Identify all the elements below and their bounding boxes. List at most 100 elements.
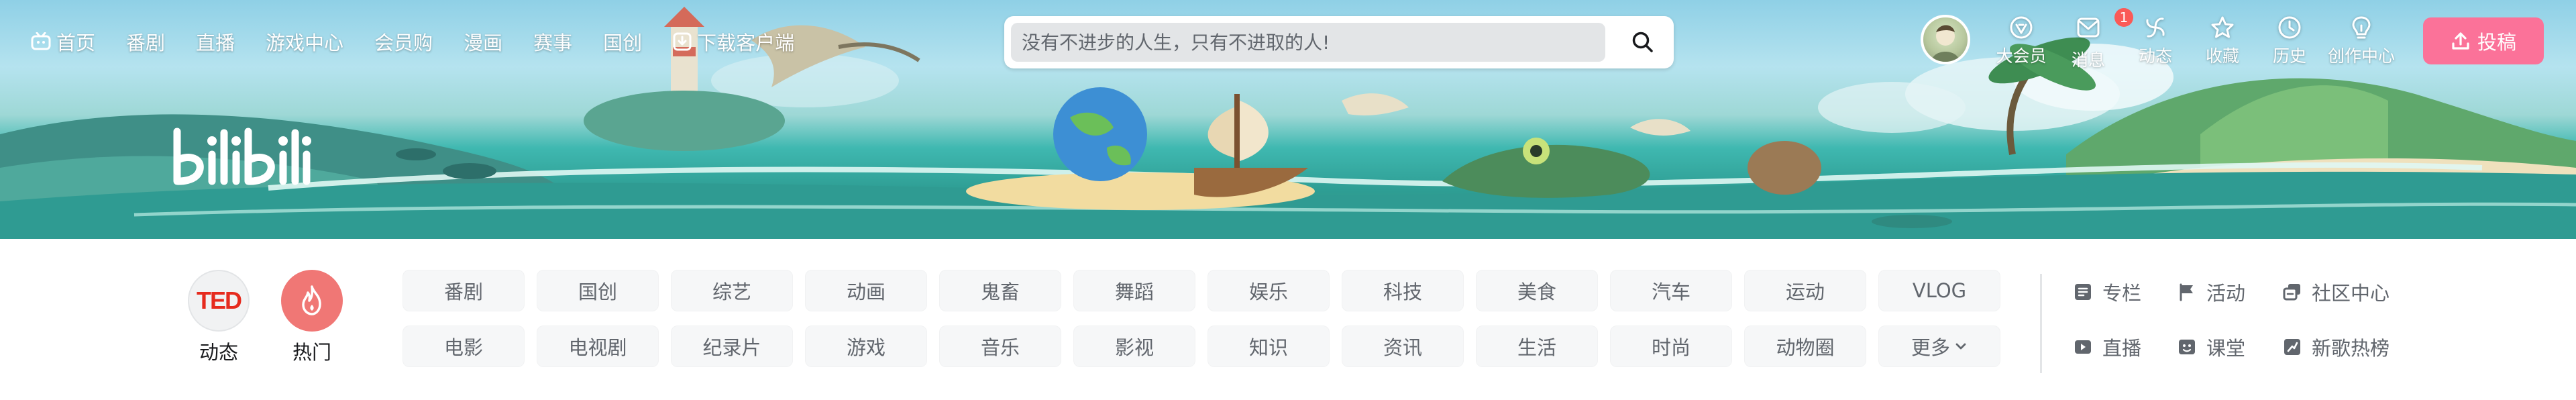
channel-car[interactable]: 汽车: [1610, 270, 1732, 311]
channel-animation[interactable]: 动画: [805, 270, 927, 311]
chevron-down-icon: [1955, 343, 1966, 350]
nav-vip[interactable]: 大会员: [1988, 15, 2055, 67]
header-banner: 首页 番剧 直播 游戏中心 会员购 漫画 赛事 国创 下载客户端 没有不进步的人…: [0, 0, 2576, 239]
nav-vip-label: 大会员: [1996, 46, 2047, 66]
channel-bangumi[interactable]: 番剧: [402, 270, 525, 311]
channel-variety[interactable]: 综艺: [671, 270, 793, 311]
vip-icon: [2010, 16, 2033, 39]
channel-documentary[interactable]: 纪录片: [671, 326, 793, 367]
channel-divider: [2040, 274, 2042, 373]
channel-kichiku[interactable]: 鬼畜: [939, 270, 1061, 311]
message-icon: [2077, 17, 2100, 38]
nav-game-center-label: 游戏中心: [266, 32, 344, 54]
quick-hot-label: 热门: [292, 341, 331, 364]
nav-match-label: 赛事: [533, 32, 573, 54]
link-live[interactable]: 直播: [2073, 333, 2141, 361]
upload-icon: [2452, 32, 2469, 50]
nav-dynamic-label: 动态: [2138, 46, 2172, 66]
quick-dynamic-label: 动态: [199, 341, 238, 364]
music-chart-icon: [2284, 339, 2300, 355]
link-column[interactable]: 专栏: [2073, 278, 2141, 306]
upload-label: 投稿: [2477, 31, 2516, 54]
channel-more-button[interactable]: 更多: [1878, 326, 2000, 367]
link-classroom-label: 课堂: [2206, 337, 2246, 360]
link-new-songs-label: 新歌热榜: [2312, 337, 2390, 360]
channel-animals[interactable]: 动物圈: [1744, 326, 1866, 367]
link-community-center[interactable]: 社区中心: [2282, 278, 2390, 306]
nav-home[interactable]: 首页: [31, 28, 95, 56]
nav-creator-label: 创作中心: [2328, 46, 2396, 66]
search-icon: [1632, 32, 1653, 52]
channel-film-tv[interactable]: 影视: [1073, 326, 1195, 367]
channel-dance[interactable]: 舞蹈: [1073, 270, 1195, 311]
channel-life[interactable]: 生活: [1476, 326, 1598, 367]
nav-bangumi[interactable]: 番剧: [126, 28, 165, 56]
nav-mall-label: 会员购: [374, 32, 433, 54]
nav-bangumi-label: 番剧: [126, 32, 166, 54]
nav-mall[interactable]: 会员购: [374, 28, 433, 56]
channel-tech[interactable]: 科技: [1342, 270, 1464, 311]
classroom-icon: [2179, 340, 2195, 354]
nav-manga[interactable]: 漫画: [464, 28, 502, 56]
bilibili-logo[interactable]: [170, 128, 311, 188]
channel-tv-series[interactable]: 电视剧: [537, 326, 659, 367]
quick-hot[interactable]: 热门: [281, 270, 343, 365]
nav-download-client[interactable]: 下载客户端: [673, 28, 794, 56]
link-activity-label: 活动: [2206, 282, 2246, 305]
channel-food[interactable]: 美食: [1476, 270, 1598, 311]
nav-favorites-label: 收藏: [2205, 46, 2239, 66]
link-community-label: 社区中心: [2312, 282, 2390, 305]
nav-guochuang-label: 国创: [603, 32, 643, 54]
link-new-songs-chart[interactable]: 新歌热榜: [2282, 333, 2390, 361]
link-live-label: 直播: [2102, 337, 2142, 360]
channel-game[interactable]: 游戏: [805, 326, 927, 367]
channel-guochuang[interactable]: 国创: [537, 270, 659, 311]
nav-dynamic[interactable]: 动态: [2122, 15, 2189, 67]
channel-news[interactable]: 资讯: [1342, 326, 1464, 367]
tv-icon: [31, 32, 51, 50]
download-icon: [673, 32, 692, 51]
channel-sports[interactable]: 运动: [1744, 270, 1866, 311]
channel-more-label: 更多: [1911, 336, 1950, 359]
column-icon: [2075, 284, 2091, 300]
avatar-image: [1931, 25, 1960, 62]
search-button[interactable]: [1623, 26, 1663, 59]
channel-music[interactable]: 音乐: [939, 326, 1061, 367]
link-activity[interactable]: 活动: [2177, 278, 2245, 306]
lightbulb-icon: [2352, 16, 2371, 39]
nav-game-center[interactable]: 游戏中心: [266, 28, 343, 56]
quick-dynamic[interactable]: TED 动态: [188, 270, 250, 365]
nav-creator-center[interactable]: 创作中心: [2328, 15, 2395, 67]
community-icon: [2283, 284, 2300, 301]
nav-live-label: 直播: [196, 32, 235, 54]
nav-download-label: 下载客户端: [697, 32, 795, 54]
channel-fashion[interactable]: 时尚: [1610, 326, 1732, 367]
clock-icon: [2278, 16, 2301, 39]
nav-message-label: 消息: [2071, 50, 2105, 70]
search-input[interactable]: [1011, 23, 1605, 62]
channel-knowledge[interactable]: 知识: [1208, 326, 1330, 367]
channel-vlog[interactable]: VLOG: [1878, 270, 2000, 311]
flame-icon: [302, 285, 321, 315]
flag-icon: [2180, 283, 2193, 301]
link-classroom[interactable]: 课堂: [2177, 333, 2245, 361]
ted-logo: TED: [188, 270, 250, 332]
search-bar: [1004, 16, 1674, 68]
nav-match[interactable]: 赛事: [533, 28, 572, 56]
user-avatar[interactable]: [1921, 15, 1970, 64]
nav-live[interactable]: 直播: [196, 28, 235, 56]
star-icon: [2211, 16, 2234, 38]
nav-message[interactable]: 1 消息: [2055, 8, 2133, 71]
nav-favorites[interactable]: 收藏: [2189, 15, 2256, 67]
channel-movie[interactable]: 电影: [402, 326, 525, 367]
upload-button[interactable]: 投稿: [2423, 17, 2544, 64]
live-icon: [2075, 340, 2091, 354]
nav-guochuang[interactable]: 国创: [603, 28, 642, 56]
channel-grid: 番剧 国创 综艺 动画 鬼畜 舞蹈 娱乐 科技 美食 汽车 运动 VLOG 电影…: [402, 270, 2000, 367]
nav-history[interactable]: 历史: [2256, 15, 2323, 67]
top-nav: 首页 番剧 直播 游戏中心 会员购 漫画 赛事 国创 下载客户端: [31, 26, 825, 58]
dynamic-icon: [2146, 17, 2165, 38]
link-column-label: 专栏: [2102, 282, 2142, 305]
nav-manga-label: 漫画: [464, 32, 503, 54]
channel-entertainment[interactable]: 娱乐: [1208, 270, 1330, 311]
